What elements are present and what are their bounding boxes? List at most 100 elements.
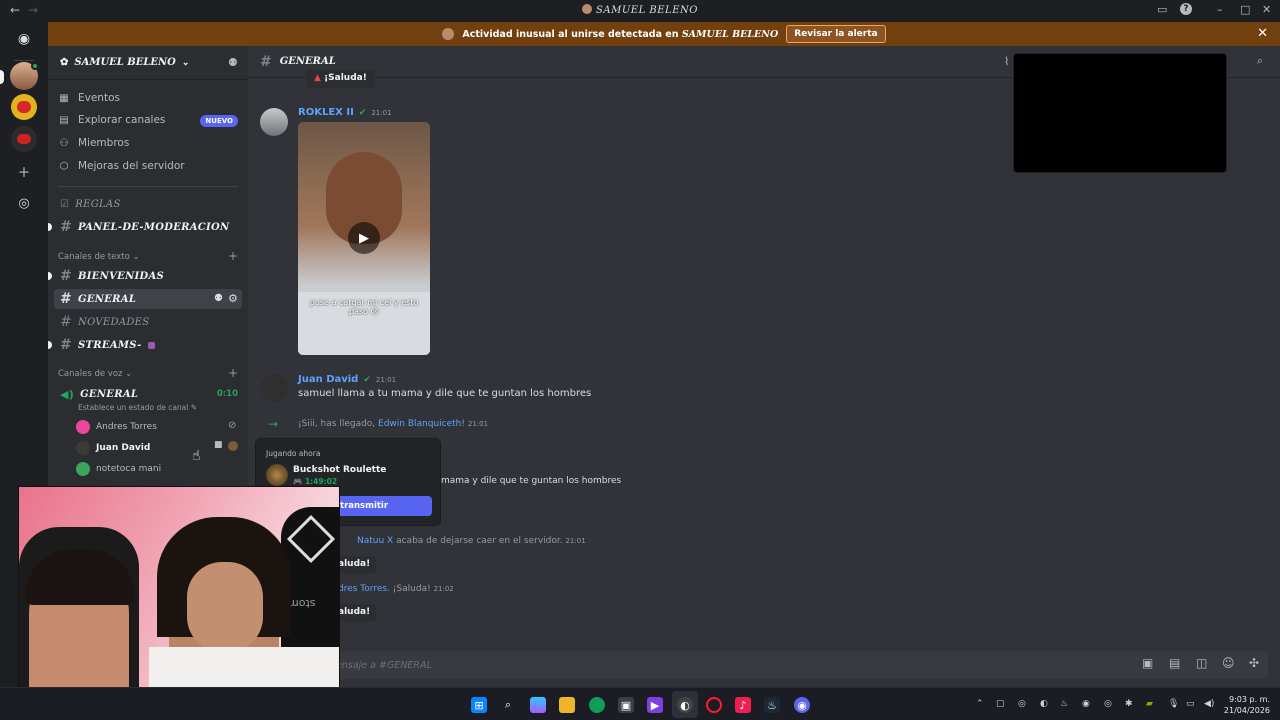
hash-icon: # <box>60 337 73 353</box>
server-icon-among-us[interactable] <box>11 94 37 120</box>
media-player-icon[interactable]: ▶ <box>647 697 663 713</box>
selected-pill <box>0 70 4 84</box>
video-attachment[interactable]: ▶ puse a cargar mi cel y esto paso 😢 <box>298 122 430 355</box>
tray-app-icon[interactable]: ◎ <box>1104 699 1112 709</box>
tray-app-icon[interactable]: ◉ <box>1082 699 1090 709</box>
voice-user-juan[interactable]: Juan David <box>76 438 150 458</box>
channel-status-hint[interactable]: Establece un estado de canal ✎ <box>78 403 197 412</box>
username[interactable]: ROKLEX II <box>298 107 354 118</box>
server-icon <box>582 4 593 14</box>
avatar[interactable] <box>260 374 288 402</box>
add-server-icon[interactable]: ＋ <box>11 158 37 184</box>
review-alert-button[interactable]: Revisar la alerta <box>786 25 886 43</box>
joined-username[interactable]: dres Torres. <box>338 584 390 594</box>
file-explorer-icon[interactable] <box>559 697 575 713</box>
nav-server-boosts[interactable]: ⬡ Mejoras del servidor <box>58 156 185 176</box>
joined-username[interactable]: Natuu X <box>357 536 393 546</box>
voice-user-andres[interactable]: Andres Torres <box>76 417 157 437</box>
discover-icon[interactable]: ◎ <box>11 190 37 216</box>
mouse-cursor: ☝ <box>192 448 201 464</box>
clock-time: 9:03 p. m. <box>1228 695 1270 704</box>
close-alert-icon[interactable]: ✕ <box>1257 26 1268 41</box>
network-icon[interactable]: ▭ <box>1186 699 1195 709</box>
threads-icon[interactable]: ⌇ <box>1004 55 1009 68</box>
steam-icon[interactable]: ♨ <box>764 697 780 713</box>
joined-username[interactable]: Edwin Blanquiceth <box>378 419 461 429</box>
discord-home-icon[interactable]: ◉ <box>11 26 37 52</box>
verified-badge-icon: ✔ <box>358 107 367 118</box>
server-name: SAMUEL BELENO <box>74 57 176 68</box>
message-text: samuel llama a tu mama y dile que te gun… <box>298 388 592 399</box>
start-icon[interactable]: ⊞ <box>471 697 487 713</box>
minimize-icon[interactable]: – <box>1217 3 1223 16</box>
gift-icon[interactable]: ▣ <box>1142 656 1153 670</box>
tray-app-icon[interactable]: ◐ <box>1040 699 1048 709</box>
saluda-sticker[interactable]: aluda! <box>338 604 377 622</box>
server-guide-icon: ✿ <box>60 57 69 68</box>
tray-chevron-icon[interactable]: ⌃ <box>976 699 984 709</box>
add-voice-channel-icon[interactable]: + <box>228 366 238 380</box>
nav-events[interactable]: ▦ Eventos <box>58 88 120 108</box>
game-elapsed: 🎮 1:49:02 <box>293 477 338 486</box>
tray-app-icon[interactable]: ◎ <box>1018 699 1026 709</box>
search-icon[interactable]: ⌕ <box>1257 54 1263 68</box>
alert-server-name: SAMUEL BELENO <box>681 28 779 40</box>
username[interactable]: Juan David <box>298 374 358 385</box>
nav-browse-channels[interactable]: ▤ Explorar canales <box>58 110 165 130</box>
voice-user-notetoca[interactable]: notetoca mani <box>76 459 161 479</box>
apps-icon[interactable]: ✣ <box>1249 656 1259 670</box>
saluda-sticker-partial[interactable]: ▲ ¡Saluda! <box>306 70 375 88</box>
channel-novedades[interactable]: # NOVEDADES <box>54 312 242 332</box>
store-icon[interactable]: ▣ <box>618 697 634 713</box>
tiktok-icon[interactable]: ♪ <box>735 697 751 713</box>
hash-icon: # <box>60 291 73 307</box>
voice-channel-general[interactable]: ◀) GENERAL <box>54 384 242 404</box>
channel-panel-de-moderacion[interactable]: # PANEL-DE-MODERACION <box>54 217 242 237</box>
verified-badge-icon: ✔ <box>363 374 371 385</box>
overlay-window <box>1013 53 1227 173</box>
hash-icon: # <box>260 53 272 70</box>
saluda-sticker[interactable]: aluda! <box>338 556 377 574</box>
avatar[interactable] <box>260 108 288 136</box>
sticker-icon[interactable]: ◫ <box>1196 656 1207 670</box>
channel-streams[interactable]: # STREAMS- <box>54 335 242 355</box>
help-icon[interactable]: ? <box>1180 3 1192 15</box>
avatar <box>76 462 90 476</box>
server-icon-red[interactable] <box>11 126 37 152</box>
inbox-icon[interactable]: ▭ <box>1157 3 1167 16</box>
emoji-icon[interactable]: ☺ <box>1222 656 1235 670</box>
bluetooth-icon[interactable]: ✱ <box>1125 699 1133 709</box>
system-clock[interactable]: 9:03 p. m. 21/04/2026 <box>1224 694 1270 716</box>
message-input[interactable]: ensaje a #GENERAL <box>260 651 1268 679</box>
text-category[interactable]: Canales de texto ⌄ <box>58 252 140 262</box>
tray-app-icon[interactable]: ▢ <box>996 699 1005 709</box>
volume-icon[interactable]: ◀) <box>1204 699 1214 709</box>
maximize-icon[interactable]: □ <box>1240 3 1250 16</box>
calendar-icon: ▦ <box>59 92 69 104</box>
voice-category[interactable]: Canales de voz ⌄ <box>58 369 132 379</box>
mic-icon[interactable]: 🎙 <box>1168 699 1179 709</box>
search-icon[interactable]: ⌕ <box>500 697 516 713</box>
popup-heading: Jugando ahora <box>266 449 321 458</box>
nvidia-icon[interactable]: ▰ <box>1146 699 1153 709</box>
obs-icon[interactable]: ◐ <box>677 697 693 713</box>
tray-steam-icon[interactable]: ♨ <box>1060 699 1068 709</box>
system-join-message: ¡Siii, has llegado, Edwin Blanquiceth! 2… <box>298 419 489 429</box>
play-icon[interactable]: ▶ <box>348 222 380 254</box>
copilot-icon[interactable] <box>530 697 546 713</box>
nav-members[interactable]: ⚇ Miembros <box>58 133 130 153</box>
webcam-overlay: stomp <box>18 486 340 702</box>
edge-icon[interactable] <box>589 697 605 713</box>
channel-reglas[interactable]: ☑ REGLAS <box>54 194 242 214</box>
create-invite-icon[interactable]: ⚉ <box>214 293 223 304</box>
channel-bienvenidas[interactable]: # BIENVENIDAS <box>54 266 242 286</box>
close-window-icon[interactable]: ✕ <box>1262 3 1271 16</box>
discord-icon[interactable]: ◉ <box>794 697 810 713</box>
divider <box>58 186 238 187</box>
server-header[interactable]: ✿ SAMUEL BELENO ⌄ <box>48 46 248 80</box>
opera-icon[interactable] <box>706 697 722 713</box>
gif-icon[interactable]: ▤ <box>1169 656 1180 670</box>
gear-icon[interactable]: ⚙ <box>228 292 238 305</box>
invite-icon[interactable]: ⚉ <box>228 56 238 69</box>
add-text-channel-icon[interactable]: + <box>228 249 238 263</box>
